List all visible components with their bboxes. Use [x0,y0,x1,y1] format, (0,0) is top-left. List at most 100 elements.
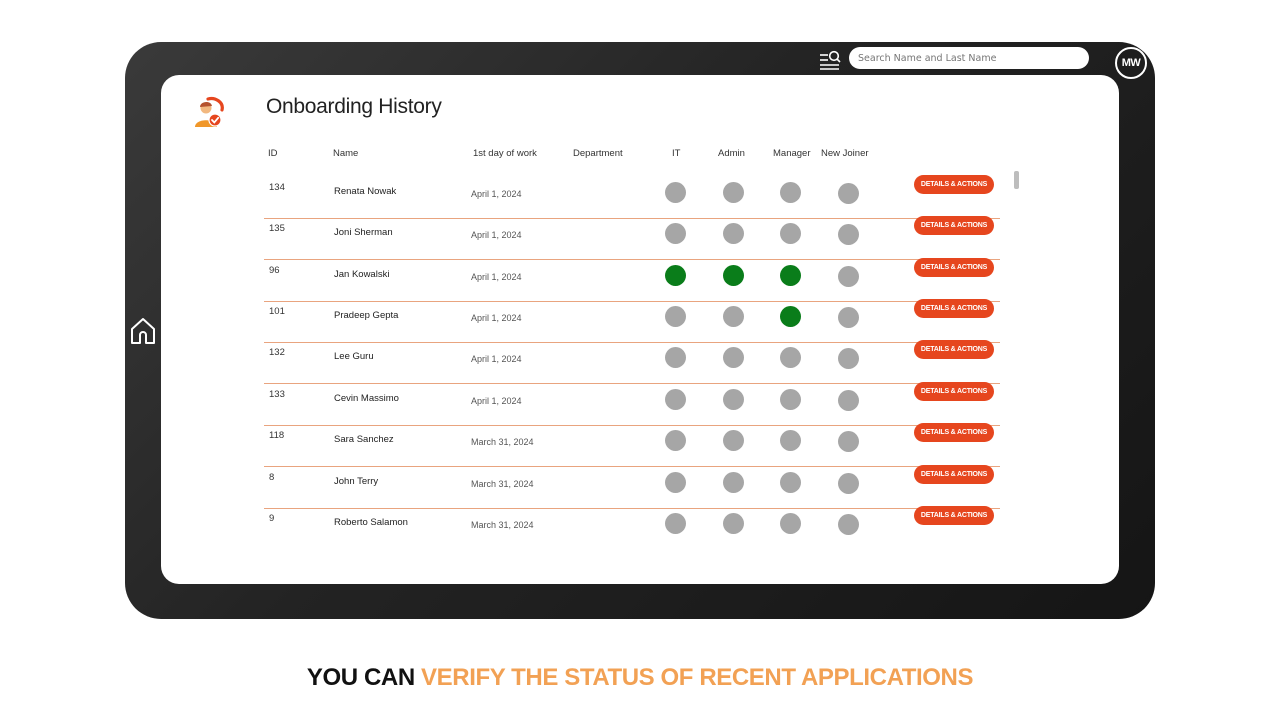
page-title: Onboarding History [266,95,442,118]
table-row: 132 Lee Guru April 1, 2024 DETAILS & ACT… [264,340,1000,384]
main-panel: Onboarding History ID Name 1st day of wo… [161,75,1119,584]
table-row: 118 Sara Sanchez March 31, 2024 DETAILS … [264,423,1000,467]
table-row: 101 Pradeep Gepta April 1, 2024 DETAILS … [264,299,1000,343]
admin-status-indicator [723,389,744,410]
table-row: 135 Joni Sherman April 1, 2024 DETAILS &… [264,216,1000,260]
caption-lead: YOU CAN [306,664,422,691]
manager-status-indicator [780,347,801,368]
row-name: Cevin Massimo [334,393,399,404]
row-id: 8 [269,472,275,483]
admin-status-indicator [723,513,744,534]
user-avatar[interactable]: MW [1115,47,1147,79]
new-joiner-status-indicator [838,224,859,245]
details-actions-button[interactable]: DETAILS & ACTIONS [914,216,994,235]
new-joiner-status-indicator [838,514,859,535]
row-first-day: March 31, 2024 [471,437,534,447]
row-name: Roberto Salamon [334,517,408,528]
it-status-indicator [665,389,686,410]
promo-caption: YOU CAN VERIFY THE STATUS OF RECENT APPL… [0,664,1280,692]
details-actions-button[interactable]: DETAILS & ACTIONS [914,258,994,277]
table-scrollbar[interactable] [1014,171,1019,189]
row-name: Joni Sherman [334,227,393,238]
row-first-day: April 1, 2024 [471,189,522,199]
manager-status-indicator [780,389,801,410]
details-actions-button[interactable]: DETAILS & ACTIONS [914,340,994,359]
search-box[interactable] [849,47,1089,69]
it-status-indicator [665,182,686,203]
column-header-it[interactable]: IT [672,148,680,159]
manager-status-indicator [780,472,801,493]
admin-status-indicator [723,472,744,493]
row-id: 101 [269,306,285,317]
row-id: 118 [269,430,285,441]
row-name: Sara Sanchez [334,434,394,445]
manager-status-indicator [780,182,801,203]
home-icon[interactable] [129,316,157,346]
row-first-day: April 1, 2024 [471,313,522,323]
onboarding-logo-icon [195,96,224,127]
row-id: 9 [269,513,275,524]
details-actions-button[interactable]: DETAILS & ACTIONS [914,299,994,318]
row-id: 135 [269,223,285,234]
manager-status-indicator [780,223,801,244]
row-first-day: April 1, 2024 [471,354,522,364]
admin-status-indicator [723,430,744,451]
column-header-manager[interactable]: Manager [773,148,811,159]
it-status-indicator [665,347,686,368]
new-joiner-status-indicator [838,473,859,494]
manager-status-indicator [780,430,801,451]
column-header-new-joiner[interactable]: New Joiner [821,148,869,159]
caption-highlight: VERIFY THE STATUS OF RECENT APPLICATIONS [421,664,974,691]
new-joiner-status-indicator [838,266,859,287]
it-status-indicator [665,430,686,451]
table-row: 134 Renata Nowak April 1, 2024 DETAILS &… [264,175,1000,219]
manager-status-indicator [780,513,801,534]
row-name: John Terry [334,476,379,487]
details-actions-button[interactable]: DETAILS & ACTIONS [914,423,994,442]
new-joiner-status-indicator [838,390,859,411]
details-actions-button[interactable]: DETAILS & ACTIONS [914,382,994,401]
details-actions-button[interactable]: DETAILS & ACTIONS [914,465,994,484]
row-first-day: April 1, 2024 [471,230,522,240]
column-header-department[interactable]: Department [573,148,623,159]
new-joiner-status-indicator [838,307,859,328]
table-row: 9 Roberto Salamon March 31, 2024 DETAILS… [264,506,1000,550]
device-frame: MW Onboarding History ID Name 1st day of… [125,42,1155,619]
search-filter-icon[interactable] [819,50,841,70]
row-name: Pradeep Gepta [334,310,399,321]
it-status-indicator [665,472,686,493]
it-status-indicator [665,306,686,327]
it-status-indicator [665,223,686,244]
details-actions-button[interactable]: DETAILS & ACTIONS [914,175,994,194]
row-name: Renata Nowak [334,186,397,197]
it-status-indicator [665,513,686,534]
row-id: 133 [269,389,285,400]
admin-status-indicator [723,306,744,327]
column-header-first-day[interactable]: 1st day of work [473,148,537,159]
row-first-day: March 31, 2024 [471,479,534,489]
manager-status-indicator [780,265,801,286]
details-actions-button[interactable]: DETAILS & ACTIONS [914,506,994,525]
admin-status-indicator [723,223,744,244]
column-header-id[interactable]: ID [268,148,278,159]
column-header-name[interactable]: Name [333,148,358,159]
row-name: Lee Guru [334,351,374,362]
table-row: 96 Jan Kowalski April 1, 2024 DETAILS & … [264,258,1000,302]
row-first-day: April 1, 2024 [471,272,522,282]
row-id: 96 [269,265,280,276]
row-id: 132 [269,347,285,358]
row-name: Jan Kowalski [334,269,390,280]
it-status-indicator [665,265,686,286]
column-header-admin[interactable]: Admin [718,148,745,159]
admin-status-indicator [723,347,744,368]
row-first-day: April 1, 2024 [471,396,522,406]
table-row: 8 John Terry March 31, 2024 DETAILS & AC… [264,465,1000,509]
new-joiner-status-indicator [838,431,859,452]
row-id: 134 [269,182,285,193]
row-first-day: March 31, 2024 [471,520,534,530]
new-joiner-status-indicator [838,348,859,369]
manager-status-indicator [780,306,801,327]
admin-status-indicator [723,265,744,286]
search-input[interactable] [858,47,1080,69]
table-row: 133 Cevin Massimo April 1, 2024 DETAILS … [264,382,1000,426]
